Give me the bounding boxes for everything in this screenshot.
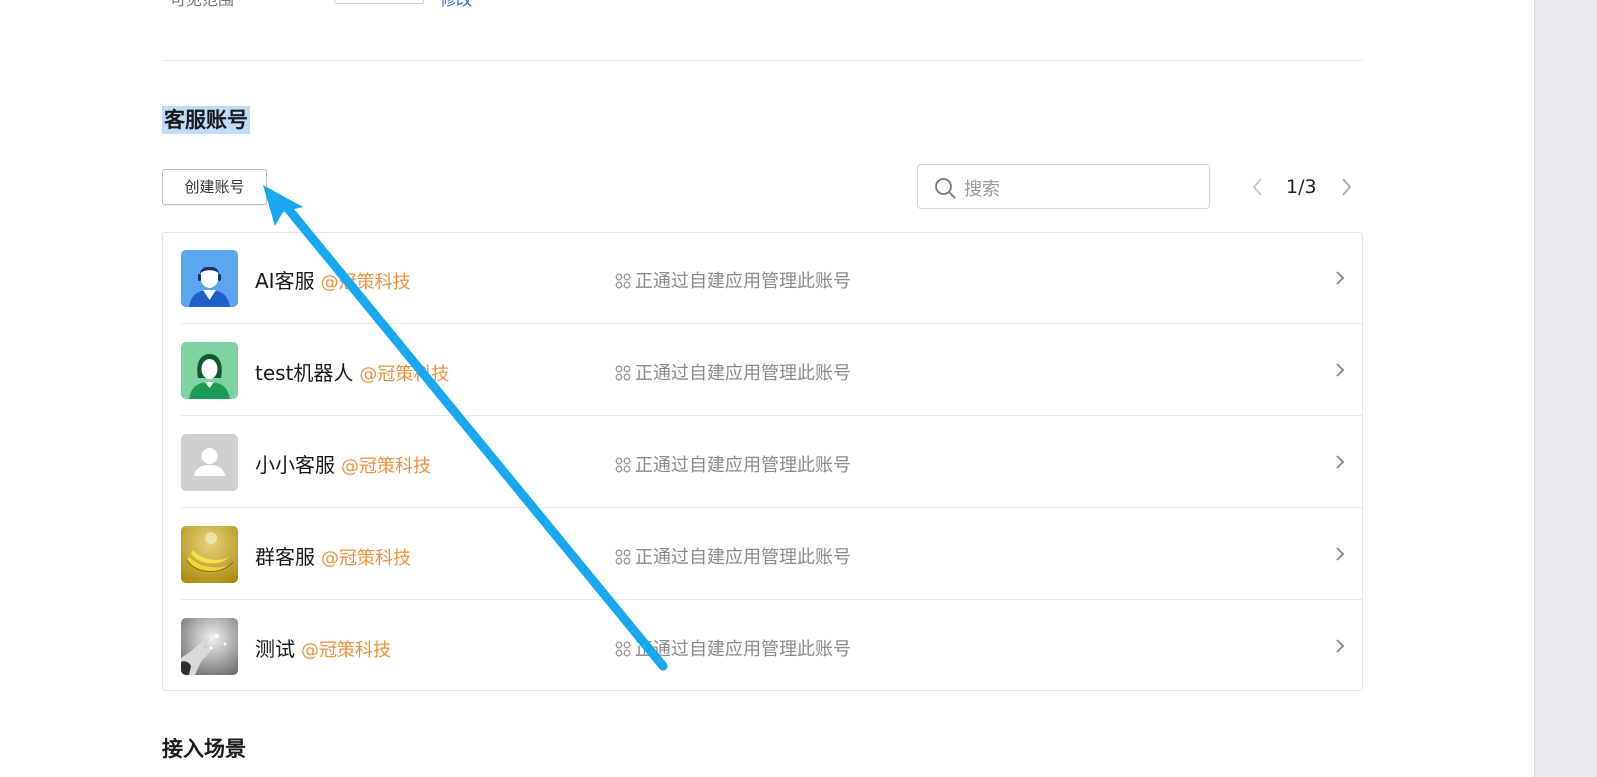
account-name: 小小客服 @冠策科技 bbox=[255, 453, 431, 477]
agent-headset-avatar bbox=[181, 250, 238, 307]
row-divider bbox=[181, 599, 1362, 600]
section-divider bbox=[162, 60, 1363, 61]
right-gutter bbox=[1534, 0, 1597, 777]
manage-status: 正通过自建应用管理此账号 bbox=[615, 635, 851, 661]
manage-status: 正通过自建应用管理此账号 bbox=[615, 267, 851, 293]
account-name: 群客服 @冠策科技 bbox=[255, 545, 411, 569]
next-section-title: 接入场景 bbox=[162, 737, 246, 761]
chevron-right-icon bbox=[1336, 363, 1345, 377]
chevron-left-icon[interactable] bbox=[1248, 174, 1268, 200]
tag-button-label: 标签 bbox=[371, 0, 401, 2]
list-item[interactable]: AI客服 @冠策科技 正通过自建应用管理此账号 bbox=[163, 233, 1362, 324]
row-divider bbox=[181, 507, 1362, 508]
chevron-right-icon bbox=[1336, 455, 1345, 469]
manage-status: 正通过自建应用管理此账号 bbox=[615, 543, 851, 569]
search-box[interactable]: 搜索 bbox=[917, 164, 1210, 209]
list-item[interactable]: 群客服 @冠策科技 正通过自建应用管理此账号 bbox=[163, 509, 1362, 600]
female-agent-avatar bbox=[181, 342, 238, 399]
row-divider bbox=[181, 415, 1362, 416]
tag-button[interactable]: 标签 bbox=[334, 0, 424, 4]
default-user-avatar bbox=[181, 434, 238, 491]
chevron-right-icon bbox=[1336, 639, 1345, 653]
app-grid-icon bbox=[615, 457, 631, 473]
app-grid-icon bbox=[615, 273, 631, 289]
create-account-button[interactable]: 创建账号 bbox=[162, 169, 267, 205]
account-org: @冠策科技 bbox=[301, 640, 391, 661]
manage-status: 正通过自建应用管理此账号 bbox=[615, 451, 851, 477]
app-grid-icon bbox=[615, 641, 631, 657]
account-org: @冠策科技 bbox=[359, 364, 450, 385]
app-grid-icon bbox=[615, 549, 631, 565]
banana-avatar bbox=[181, 526, 238, 583]
modify-link[interactable]: 修改 bbox=[440, 0, 472, 10]
account-list: AI客服 @冠策科技 正通过自建应用管理此账号 test机器人 @冠策科技 正通过自… bbox=[162, 232, 1363, 691]
app-grid-icon bbox=[615, 365, 631, 381]
manage-status: 正通过自建应用管理此账号 bbox=[615, 359, 851, 385]
chevron-right-icon bbox=[1336, 271, 1345, 285]
list-item[interactable]: 小小客服 @冠策科技 正通过自建应用管理此账号 bbox=[163, 417, 1362, 508]
list-item[interactable]: test机器人 @冠策科技 正通过自建应用管理此账号 bbox=[163, 325, 1362, 416]
account-org: @冠策科技 bbox=[320, 272, 411, 293]
row-divider bbox=[181, 323, 1362, 324]
account-org: @冠策科技 bbox=[321, 548, 411, 569]
hand-touch-avatar bbox=[181, 618, 238, 675]
page-indicator: 1/3 bbox=[1286, 176, 1317, 198]
chevron-right-icon[interactable] bbox=[1336, 174, 1356, 200]
account-name: AI客服 @冠策科技 bbox=[255, 269, 411, 293]
account-org: @冠策科技 bbox=[341, 456, 431, 477]
visibility-label: 可见范围 bbox=[170, 0, 234, 10]
list-item[interactable]: 测试 @冠策科技 正通过自建应用管理此账号 bbox=[163, 601, 1362, 692]
search-icon bbox=[935, 178, 956, 199]
search-input[interactable]: 搜索 bbox=[964, 175, 1000, 201]
account-name: test机器人 @冠策科技 bbox=[255, 361, 450, 385]
section-title: 客服账号 bbox=[162, 106, 250, 134]
account-name: 测试 @冠策科技 bbox=[255, 637, 391, 661]
chevron-right-icon bbox=[1336, 547, 1345, 561]
